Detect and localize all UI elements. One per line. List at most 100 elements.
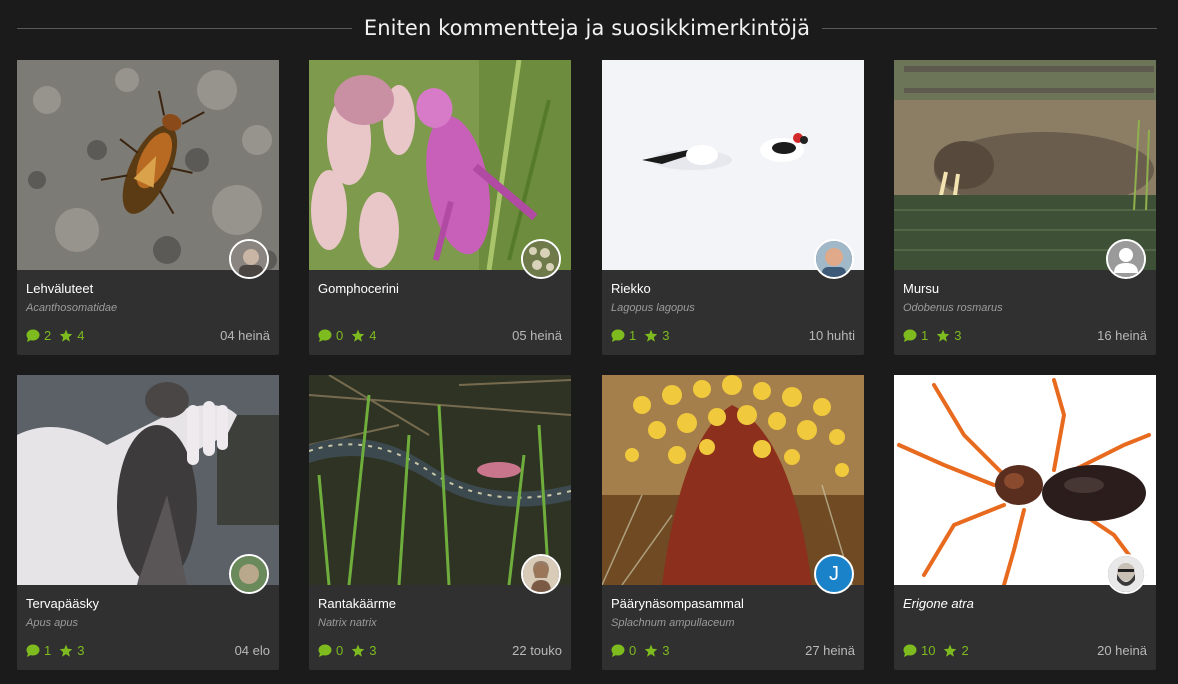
favorite-count-value: 3 (662, 643, 670, 658)
observation-date: 20 heinä (1097, 643, 1147, 658)
observation-date: 27 heinä (805, 643, 855, 658)
user-avatar[interactable]: J (814, 554, 854, 594)
comment-count: 2 (26, 328, 51, 343)
observation-card[interactable]: Mursu Odobenus rosmarus 1 3 16 heinä (894, 60, 1156, 355)
observation-photo[interactable] (894, 375, 1156, 585)
favorite-count: 3 (644, 328, 669, 343)
scientific-name: Natrix natrix (318, 617, 377, 629)
default-user-icon (1108, 241, 1144, 277)
observation-stats: 1 3 (903, 328, 969, 343)
observation-stats: 2 4 (26, 328, 92, 343)
comment-count: 10 (903, 643, 935, 658)
observation-photo[interactable] (602, 60, 864, 270)
comment-icon (611, 644, 625, 657)
comment-count-value: 1 (44, 643, 52, 658)
comment-count-value: 2 (44, 328, 52, 343)
favorite-count-value: 3 (954, 328, 962, 343)
observation-photo[interactable] (602, 375, 864, 585)
comment-icon (318, 329, 332, 342)
observation-title[interactable]: Rantakäärme (318, 596, 396, 611)
observation-date: 16 heinä (1097, 328, 1147, 343)
comment-count-value: 1 (629, 328, 637, 343)
favorite-count: 3 (936, 328, 961, 343)
observation-date: 04 heinä (220, 328, 270, 343)
observation-date: 22 touko (512, 643, 562, 658)
observation-stats: 0 4 (318, 328, 384, 343)
comment-count: 0 (318, 328, 343, 343)
user-avatar[interactable] (1106, 239, 1146, 279)
comment-icon (611, 329, 625, 342)
observation-date: 10 huhti (808, 328, 855, 343)
scientific-name: Lagopus lagopus (611, 302, 695, 314)
scientific-name: Odobenus rosmarus (903, 302, 1003, 314)
observation-card[interactable]: Riekko Lagopus lagopus 1 3 10 huhti (602, 60, 864, 355)
observation-card[interactable]: Erigone atra 10 2 20 heinä (894, 375, 1156, 670)
observation-photo[interactable] (17, 60, 279, 270)
observation-title[interactable]: Lehväluteet (26, 281, 93, 296)
favorite-count-value: 3 (369, 643, 377, 658)
favorite-count: 3 (351, 643, 376, 658)
comment-count-value: 0 (336, 643, 344, 658)
favorite-count: 3 (59, 643, 84, 658)
avatar-letter: J (829, 562, 839, 585)
user-avatar[interactable] (521, 554, 561, 594)
comment-count: 0 (611, 643, 636, 658)
observation-photo[interactable] (894, 60, 1156, 270)
observation-title[interactable]: Päärynäsompasammal (611, 596, 744, 611)
comment-count: 0 (318, 643, 343, 658)
observation-stats: 0 3 (318, 643, 384, 658)
user-avatar[interactable] (229, 239, 269, 279)
observation-stats: 0 3 (611, 643, 677, 658)
favorite-count-value: 4 (369, 328, 377, 343)
comment-icon (903, 329, 917, 342)
header-divider-right (822, 27, 1158, 29)
section-title: Eniten kommentteja ja suosikkimerkintöjä (363, 16, 811, 40)
star-icon (645, 644, 658, 657)
comment-icon (903, 644, 917, 657)
scientific-name: Acanthosomatidae (26, 302, 118, 314)
comment-icon (318, 644, 332, 657)
star-icon (352, 329, 365, 342)
favorite-count-value: 4 (77, 328, 85, 343)
star-icon (352, 644, 365, 657)
comment-count-value: 0 (629, 643, 637, 658)
section-header: Eniten kommentteja ja suosikkimerkintöjä (17, 14, 1158, 42)
observation-title[interactable]: Riekko (611, 281, 651, 296)
observation-card[interactable]: J Päärynäsompasammal Splachnum ampullace… (602, 375, 864, 670)
comment-icon (26, 644, 40, 657)
comment-count: 1 (611, 328, 636, 343)
star-icon (645, 329, 658, 342)
user-avatar[interactable] (1106, 554, 1146, 594)
comment-count: 1 (26, 643, 51, 658)
star-icon (60, 329, 73, 342)
comment-count-value: 10 (921, 643, 936, 658)
observation-card[interactable]: Rantakäärme Natrix natrix 0 3 22 touko (309, 375, 571, 670)
observation-card[interactable]: Tervapääsky Apus apus 1 3 04 elo (17, 375, 279, 670)
comment-count: 1 (903, 328, 928, 343)
observation-card[interactable]: Lehväluteet Acanthosomatidae 2 4 04 hein… (17, 60, 279, 355)
user-avatar[interactable] (521, 239, 561, 279)
comment-icon (26, 329, 40, 342)
observation-date: 05 heinä (512, 328, 562, 343)
observation-card[interactable]: Gomphocerini 0 4 05 heinä (309, 60, 571, 355)
observation-stats: 10 2 (903, 643, 977, 658)
observation-title[interactable]: Erigone atra (903, 596, 974, 611)
observation-stats: 1 3 (26, 643, 92, 658)
observation-title[interactable]: Mursu (903, 281, 939, 296)
user-avatar[interactable] (814, 239, 854, 279)
observation-photo[interactable] (309, 60, 571, 270)
observation-photo[interactable] (17, 375, 279, 585)
observation-title[interactable]: Tervapääsky (26, 596, 99, 611)
scientific-name: Apus apus (26, 617, 78, 629)
header-divider-left (17, 27, 352, 29)
star-icon (937, 329, 950, 342)
scientific-name: Splachnum ampullaceum (611, 617, 735, 629)
user-avatar[interactable] (229, 554, 269, 594)
favorite-count: 4 (59, 328, 84, 343)
observation-title[interactable]: Gomphocerini (318, 281, 399, 296)
observation-photo[interactable] (309, 375, 571, 585)
observation-stats: 1 3 (611, 328, 677, 343)
favorite-count: 3 (644, 643, 669, 658)
observation-date: 04 elo (234, 643, 270, 658)
favorite-count: 4 (351, 328, 376, 343)
